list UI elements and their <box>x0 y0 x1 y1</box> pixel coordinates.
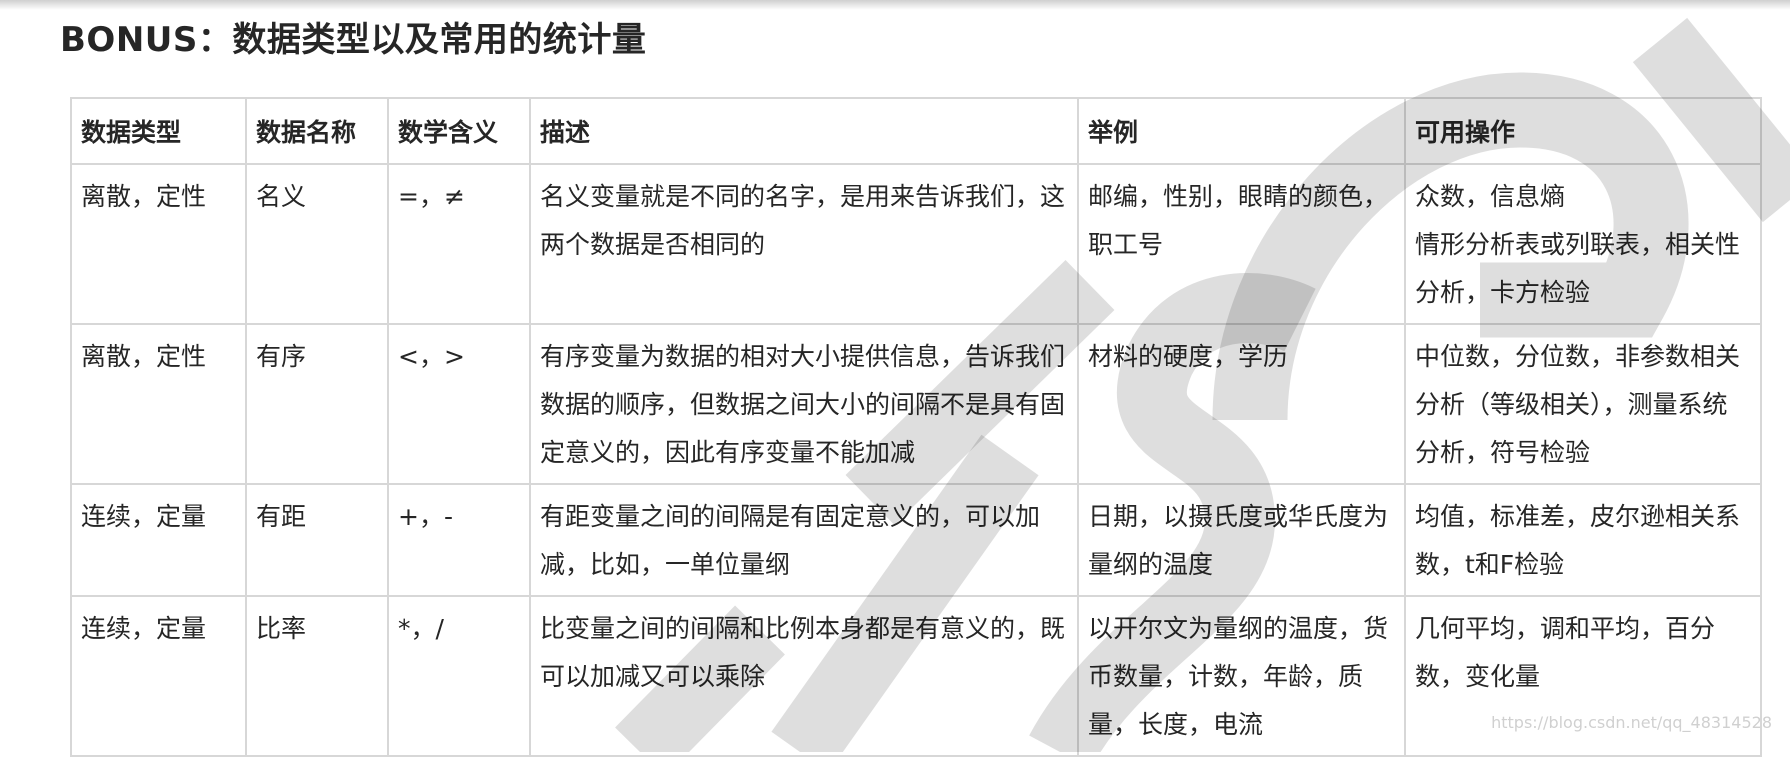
cell-math-meaning: =，≠ <box>387 163 531 325</box>
cell-math-meaning: +，- <box>387 483 531 597</box>
cell-operations: 几何平均，调和平均，百分数，变化量 <box>1404 595 1762 757</box>
table-row: 离散，定性 有序 <，> 有序变量为数据的相对大小提供信息，告诉我们数据的顺序，… <box>70 323 1762 485</box>
cell-data-name: 名义 <box>245 163 389 325</box>
table-header-row: 数据类型 数据名称 数学含义 描述 举例 可用操作 <box>70 97 1762 165</box>
top-shadow <box>0 0 1790 10</box>
data-types-table: 数据类型 数据名称 数学含义 描述 举例 可用操作 离散，定性 名义 =，≠ 名… <box>70 97 1762 757</box>
header-description: 描述 <box>529 97 1079 165</box>
cell-example: 日期，以摄氏度或华氏度为量纲的温度 <box>1077 483 1406 597</box>
cell-operations: 均值，标准差，皮尔逊相关系数，t和F检验 <box>1404 483 1762 597</box>
cell-math-meaning: <，> <box>387 323 531 485</box>
cell-data-name: 有距 <box>245 483 389 597</box>
header-data-name: 数据名称 <box>245 97 389 165</box>
header-operations: 可用操作 <box>1404 97 1762 165</box>
cell-example: 以开尔文为量纲的温度，货币数量，计数，年龄，质量，长度，电流 <box>1077 595 1406 757</box>
cell-data-type: 离散，定性 <box>70 323 247 485</box>
cell-operations: 中位数，分位数，非参数相关分析（等级相关），测量系统分析，符号检验 <box>1404 323 1762 485</box>
cell-description: 有序变量为数据的相对大小提供信息，告诉我们数据的顺序，但数据之间大小的间隔不是具… <box>529 323 1079 485</box>
table-row: 离散，定性 名义 =，≠ 名义变量就是不同的名字，是用来告诉我们，这两个数据是否… <box>70 163 1762 325</box>
table-row: 连续，定量 比率 *，/ 比变量之间的间隔和比例本身都是有意义的，既可以加减又可… <box>70 595 1762 757</box>
header-data-type: 数据类型 <box>70 97 247 165</box>
cell-description: 有距变量之间的间隔是有固定意义的，可以加减，比如，一单位量纲 <box>529 483 1079 597</box>
page-title: BONUS：数据类型以及常用的统计量 <box>60 20 647 60</box>
header-math-meaning: 数学含义 <box>387 97 531 165</box>
cell-description: 比变量之间的间隔和比例本身都是有意义的，既可以加减又可以乘除 <box>529 595 1079 757</box>
cell-data-type: 连续，定量 <box>70 595 247 757</box>
cell-data-name: 有序 <box>245 323 389 485</box>
cell-math-meaning: *，/ <box>387 595 531 757</box>
watermark-url: https://blog.csdn.net/qq_48314528 <box>1491 713 1772 732</box>
cell-data-type: 连续，定量 <box>70 483 247 597</box>
cell-example: 邮编，性别，眼睛的颜色，职工号 <box>1077 163 1406 325</box>
cell-data-type: 离散，定性 <box>70 163 247 325</box>
cell-description: 名义变量就是不同的名字，是用来告诉我们，这两个数据是否相同的 <box>529 163 1079 325</box>
header-example: 举例 <box>1077 97 1406 165</box>
table-row: 连续，定量 有距 +，- 有距变量之间的间隔是有固定意义的，可以加减，比如，一单… <box>70 483 1762 597</box>
cell-operations: 众数，信息熵 情形分析表或列联表，相关性分析，卡方检验 <box>1404 163 1762 325</box>
cell-example: 材料的硬度，学历 <box>1077 323 1406 485</box>
cell-data-name: 比率 <box>245 595 389 757</box>
